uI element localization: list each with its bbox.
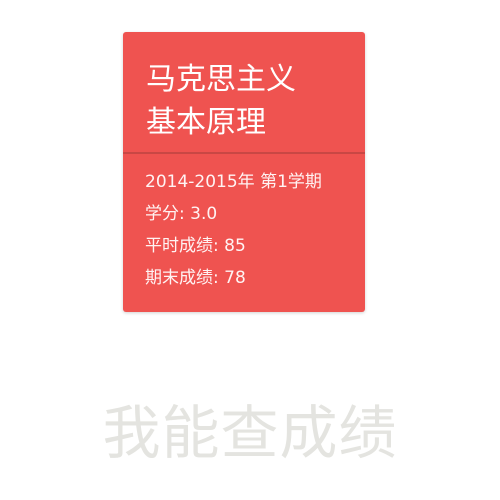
- screen: 马克思主义 基本原理 2014-2015年 第1学期 学分: 3.0 平时成绩:…: [0, 0, 500, 500]
- course-title: 马克思主义 基本原理: [146, 58, 351, 144]
- term-label: 2014-2015年 第1学期: [145, 172, 322, 192]
- app-name-watermark: 我能查成绩: [102, 399, 398, 467]
- credit-label: 学分: 3.0: [145, 204, 218, 224]
- course-title-line-1: 马克思主义: [146, 62, 296, 97]
- final-score-label: 期末成绩: 78: [145, 268, 246, 288]
- course-score-card[interactable]: 马克思主义 基本原理 2014-2015年 第1学期 学分: 3.0 平时成绩:…: [123, 32, 365, 312]
- card-divider: [123, 152, 365, 154]
- course-details: 2014-2015年 第1学期 学分: 3.0 平时成绩: 85 期末成绩: 7…: [145, 166, 355, 294]
- usual-score-label: 平时成绩: 85: [145, 236, 246, 256]
- course-title-line-2: 基本原理: [146, 105, 266, 140]
